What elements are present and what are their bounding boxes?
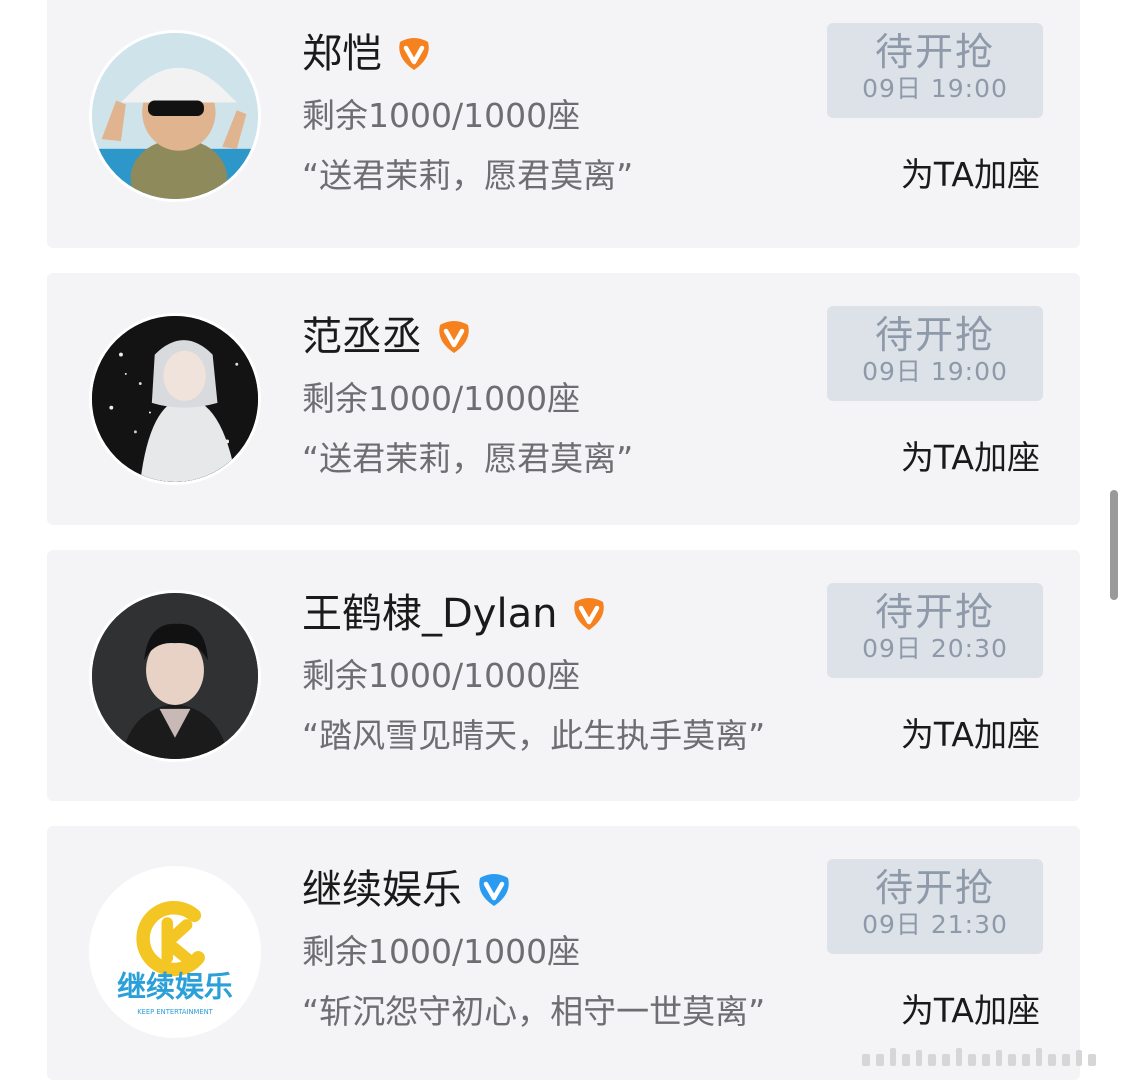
add-seat-link[interactable]: 为TA加座: [901, 989, 1040, 1033]
status-label: 待开抢: [874, 866, 995, 910]
name-row: 范丞丞: [302, 311, 472, 363]
watermark-dots-icon: [862, 1048, 1096, 1066]
remaining-seats: 剩余1000/1000座: [302, 656, 581, 695]
status-label: 待开抢: [874, 313, 995, 357]
orange-verified-v-icon: [399, 38, 429, 70]
logo-subtext: KEEP ENTERTAINMENT: [137, 1008, 213, 1016]
blue-verified-v-icon: [479, 874, 509, 906]
add-seat-link[interactable]: 为TA加座: [901, 713, 1040, 757]
avatar-photo-icon: [92, 316, 258, 482]
card-fanchengcheng: 范丞丞 剩余1000/1000座 “送君茉莉，愿君莫离” 待开抢 09日 19:…: [47, 273, 1080, 525]
status-time: 09日 19:00: [862, 357, 1008, 386]
name-row: 郑恺: [302, 28, 432, 80]
add-seat-link[interactable]: 为TA加座: [901, 436, 1040, 480]
account-name[interactable]: 郑恺: [302, 28, 382, 80]
status-time: 09日 21:30: [862, 910, 1008, 939]
status-label: 待开抢: [874, 30, 995, 74]
pending-grab-button[interactable]: 待开抢 09日 20:30: [827, 583, 1043, 678]
name-row: 王鹤棣_Dylan: [302, 588, 607, 640]
avatar-photo-icon: [92, 33, 258, 199]
keep-entertainment-logo-icon: 继续娱乐 KEEP ENTERTAINMENT: [92, 869, 258, 1035]
logo-text: 继续娱乐: [117, 969, 233, 1003]
avatar-photo-icon: [92, 593, 258, 759]
avatar-keep-entertainment[interactable]: 继续娱乐 KEEP ENTERTAINMENT: [89, 866, 261, 1038]
account-name[interactable]: 范丞丞: [302, 311, 422, 363]
pending-grab-button[interactable]: 待开抢 09日 19:00: [827, 23, 1043, 118]
pending-grab-button[interactable]: 待开抢 09日 19:00: [827, 306, 1043, 401]
status-time: 09日 19:00: [862, 74, 1008, 103]
remaining-seats: 剩余1000/1000座: [302, 96, 581, 135]
name-row: 继续娱乐: [302, 864, 512, 916]
account-name[interactable]: 王鹤棣_Dylan: [302, 588, 557, 640]
slogan: “踏风雪见晴天，此生执手莫离”: [302, 716, 766, 755]
pending-grab-button[interactable]: 待开抢 09日 21:30: [827, 859, 1043, 954]
card-keep-entertainment: 继续娱乐 KEEP ENTERTAINMENT 继续娱乐 剩余1000/1000…: [47, 826, 1080, 1080]
add-seat-link[interactable]: 为TA加座: [901, 153, 1040, 197]
card-wanghedi: 王鹤棣_Dylan 剩余1000/1000座 “踏风雪见晴天，此生执手莫离” 待…: [47, 550, 1080, 801]
scrollbar[interactable]: [1110, 490, 1118, 600]
slogan: “斩沉怨守初心，相守一世莫离”: [302, 992, 766, 1031]
status-label: 待开抢: [874, 590, 995, 634]
avatar-wanghedi[interactable]: [89, 590, 261, 762]
card-zhengkai: 郑恺 剩余1000/1000座 “送君茉莉，愿君莫离” 待开抢 09日 19:0…: [47, 0, 1080, 248]
account-name[interactable]: 继续娱乐: [302, 864, 462, 916]
status-time: 09日 20:30: [862, 634, 1008, 663]
avatar-fanchengcheng[interactable]: [89, 313, 261, 485]
remaining-seats: 剩余1000/1000座: [302, 932, 581, 971]
slogan: “送君茉莉，愿君莫离”: [302, 156, 634, 195]
orange-verified-v-icon: [574, 598, 605, 630]
remaining-seats: 剩余1000/1000座: [302, 379, 581, 418]
orange-verified-v-icon: [439, 321, 469, 353]
avatar-zhengkai[interactable]: [89, 30, 261, 202]
slogan: “送君茉莉，愿君莫离”: [302, 439, 634, 478]
